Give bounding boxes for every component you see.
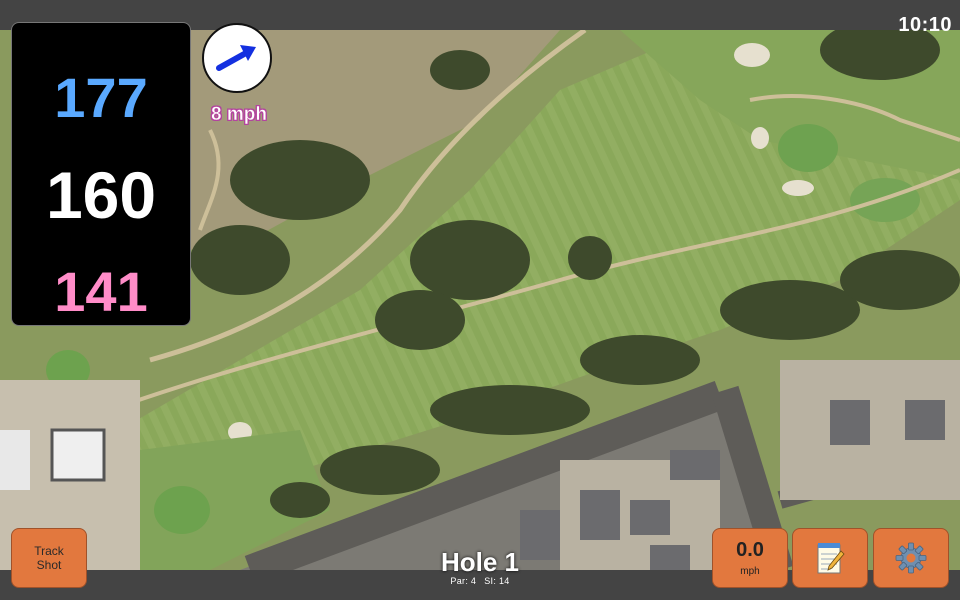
gear-icon — [895, 542, 927, 574]
front-distance: 141 — [54, 260, 148, 323]
notes-button[interactable] — [792, 528, 868, 588]
middle-distance: 160 — [45, 158, 157, 232]
arrow-icon — [216, 45, 256, 71]
hole-info: Hole 1 Par: 4 SI: 14 — [400, 548, 560, 586]
hole-si: SI: 14 — [484, 576, 510, 586]
track-shot-button[interactable]: Track Shot — [11, 528, 87, 588]
hole-par: Par: 4 — [450, 576, 477, 586]
hole-details: Par: 4 SI: 14 — [400, 576, 560, 586]
speed-button[interactable]: 0.0 mph — [712, 528, 788, 588]
wind-speed: 8 mph — [211, 104, 267, 126]
settings-button[interactable] — [873, 528, 949, 588]
track-shot-label-line2: Shot — [36, 558, 62, 572]
distance-panel: 177 160 141 — [11, 22, 191, 326]
speed-unit: mph — [740, 566, 760, 577]
wind-indicator — [202, 23, 272, 93]
back-distance: 177 — [54, 66, 148, 129]
notepad-icon — [817, 543, 845, 574]
hole-title: Hole 1 — [440, 547, 520, 577]
track-shot-label-line1: Track — [34, 544, 64, 558]
speed-value: 0.0 — [736, 539, 764, 561]
clock-time: 10:10 — [898, 14, 952, 36]
